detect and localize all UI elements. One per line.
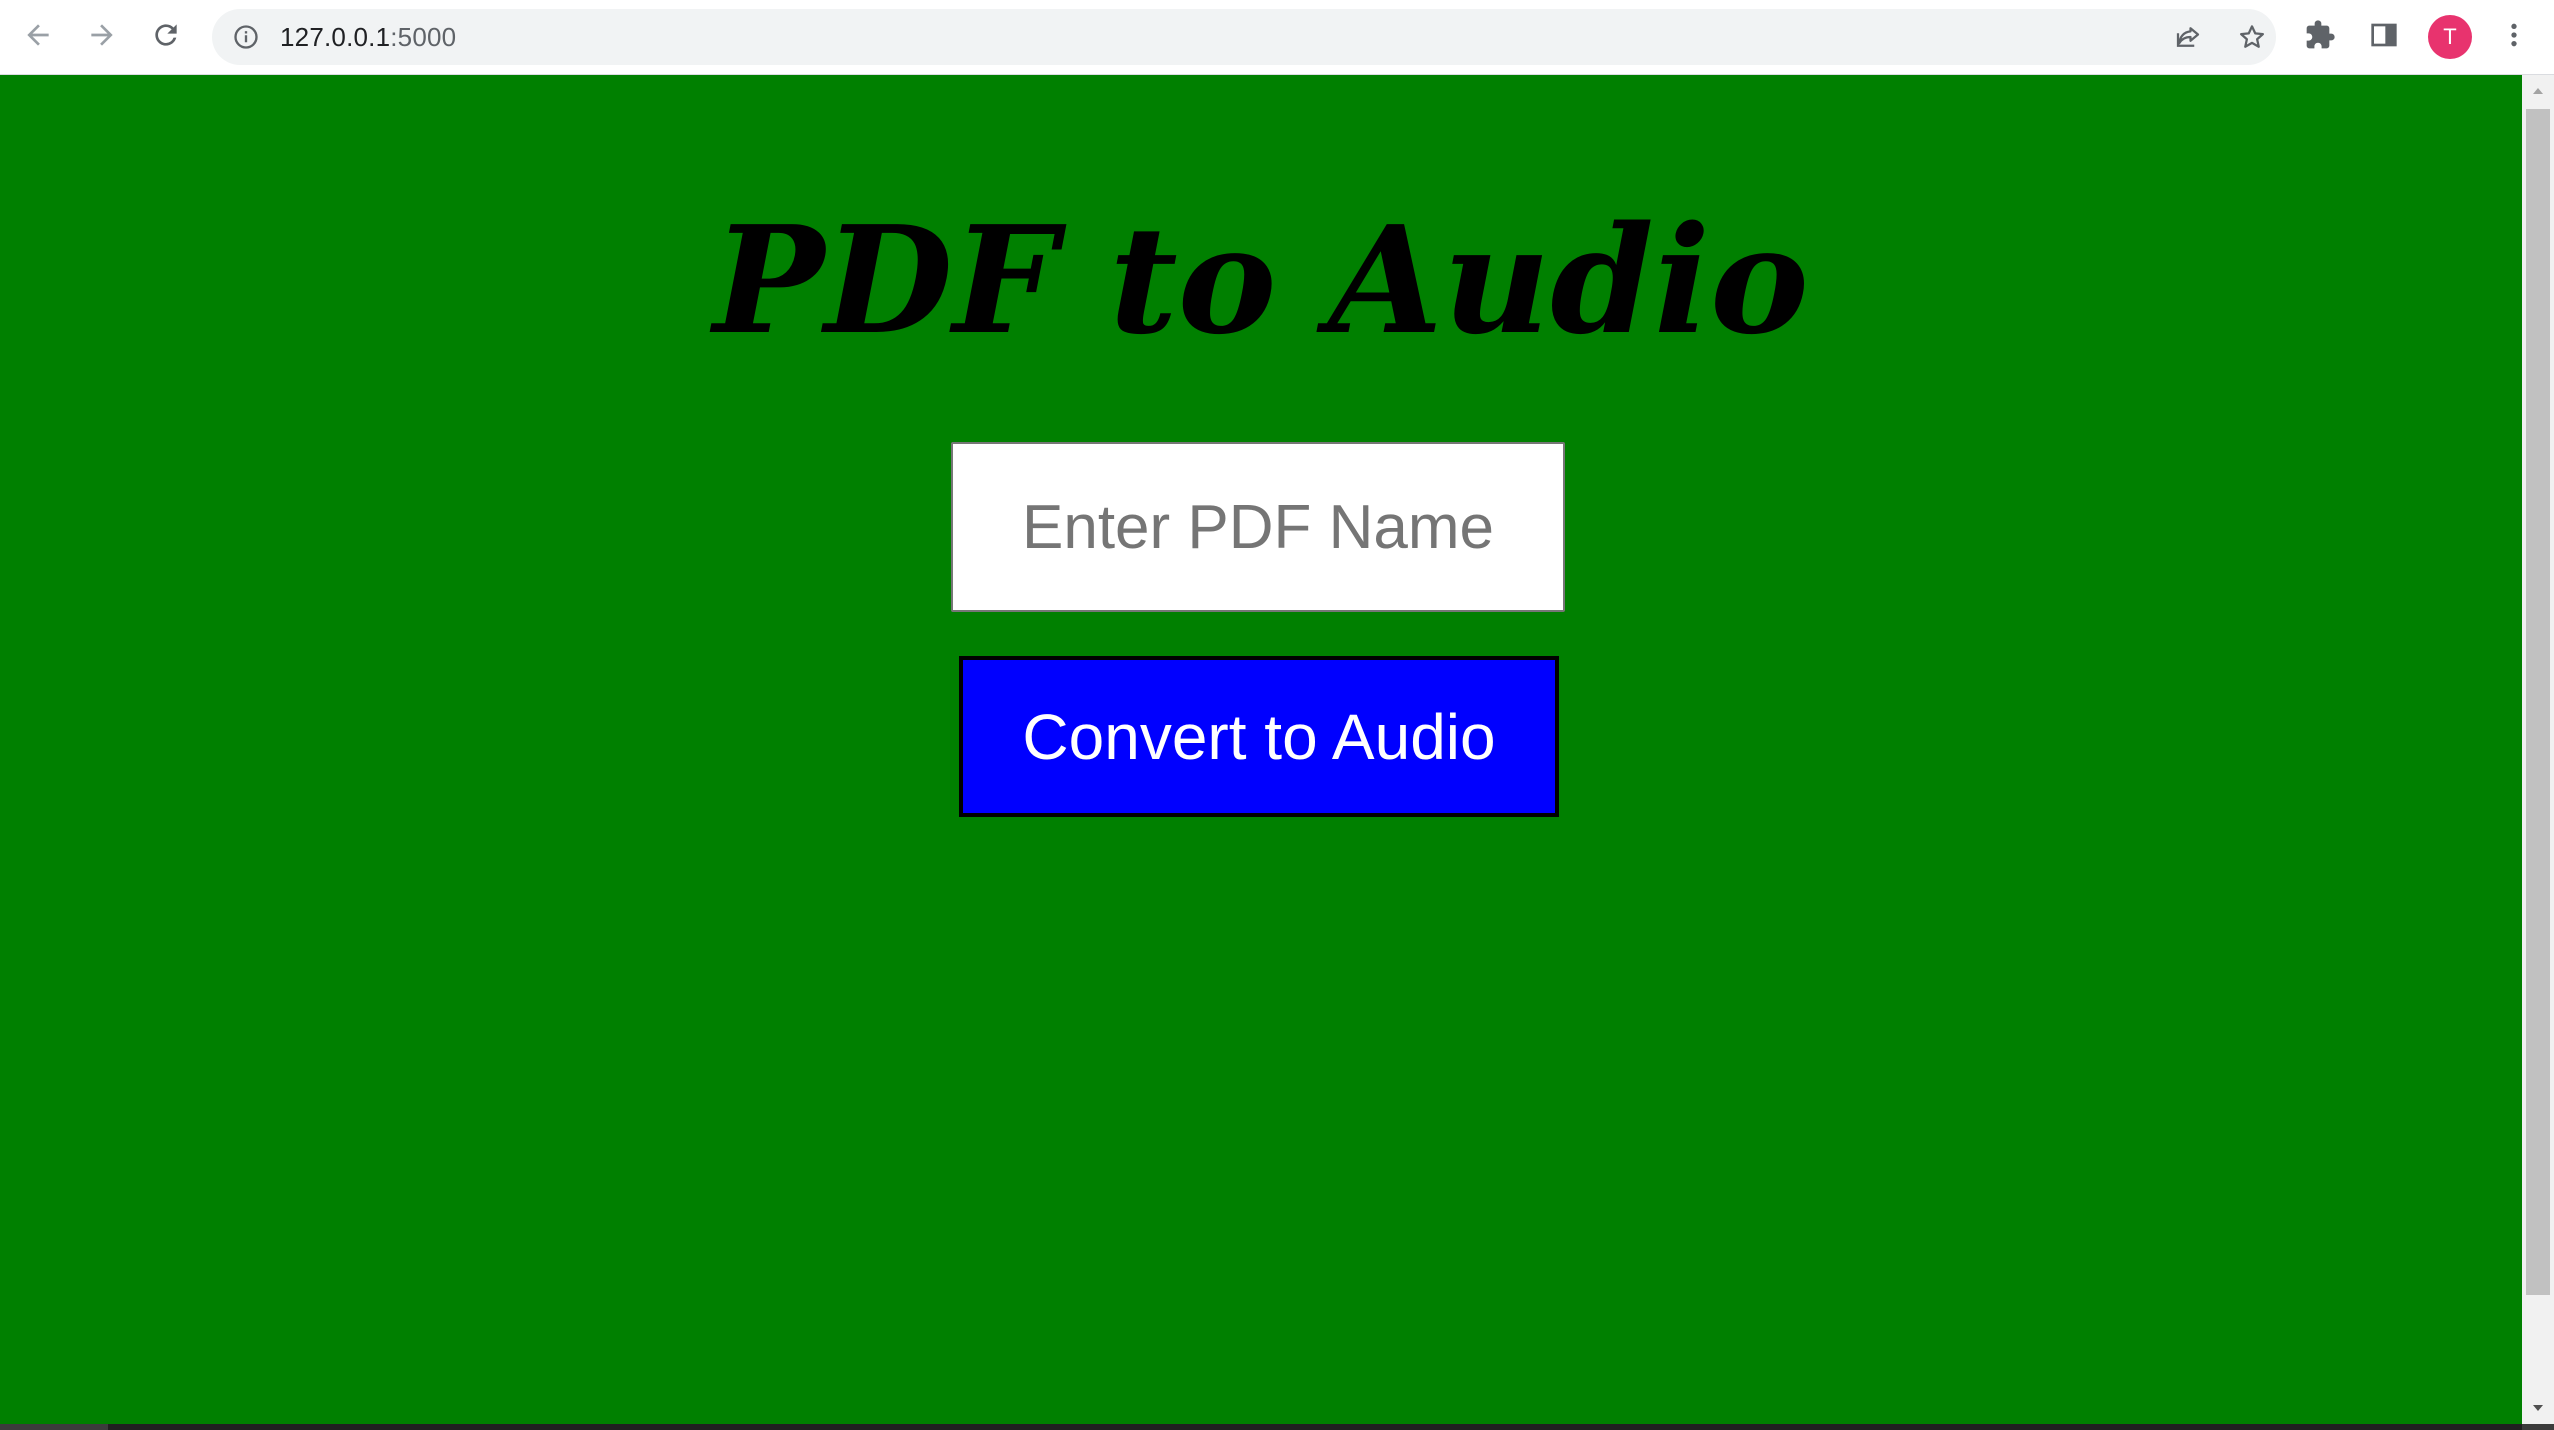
browser-menu-button[interactable] — [2494, 17, 2534, 57]
puzzle-icon — [2304, 19, 2336, 56]
pdf-name-input[interactable] — [951, 442, 1565, 612]
scroll-down-arrow-icon[interactable] — [2522, 1392, 2554, 1424]
page-title: PDF to Audio — [713, 193, 1809, 367]
browser-toolbar: 127.0.0.1:5000 T — [0, 0, 2554, 75]
extensions-button[interactable] — [2300, 17, 2340, 57]
side-panel-icon — [2368, 19, 2400, 56]
kebab-menu-icon — [2498, 19, 2530, 56]
profile-avatar[interactable]: T — [2428, 15, 2472, 59]
back-button[interactable] — [14, 13, 62, 61]
url-port: :5000 — [390, 22, 457, 52]
star-icon[interactable] — [2236, 21, 2268, 53]
horizontal-scroll-track — [108, 1424, 2522, 1430]
url-host: 127.0.0.1 — [280, 22, 391, 52]
address-bar[interactable]: 127.0.0.1:5000 — [212, 9, 2276, 65]
forward-button[interactable] — [78, 13, 126, 61]
url-text[interactable]: 127.0.0.1:5000 — [280, 9, 456, 65]
scroll-up-arrow-icon[interactable] — [2522, 75, 2554, 107]
side-panel-button[interactable] — [2364, 17, 2404, 57]
arrow-left-icon — [22, 19, 54, 56]
info-icon[interactable] — [230, 21, 262, 53]
reload-button[interactable] — [142, 13, 190, 61]
convert-to-audio-button[interactable]: Convert to Audio — [959, 656, 1559, 817]
page-content: PDF to Audio Convert to Audio — [0, 75, 2522, 1424]
vertical-scrollbar[interactable] — [2522, 75, 2554, 1424]
scrollbar-thumb[interactable] — [2526, 109, 2550, 1295]
share-icon[interactable] — [2172, 21, 2204, 53]
arrow-right-icon — [86, 19, 118, 56]
window-bottom-edge — [0, 1424, 2554, 1430]
reload-icon — [150, 19, 182, 56]
